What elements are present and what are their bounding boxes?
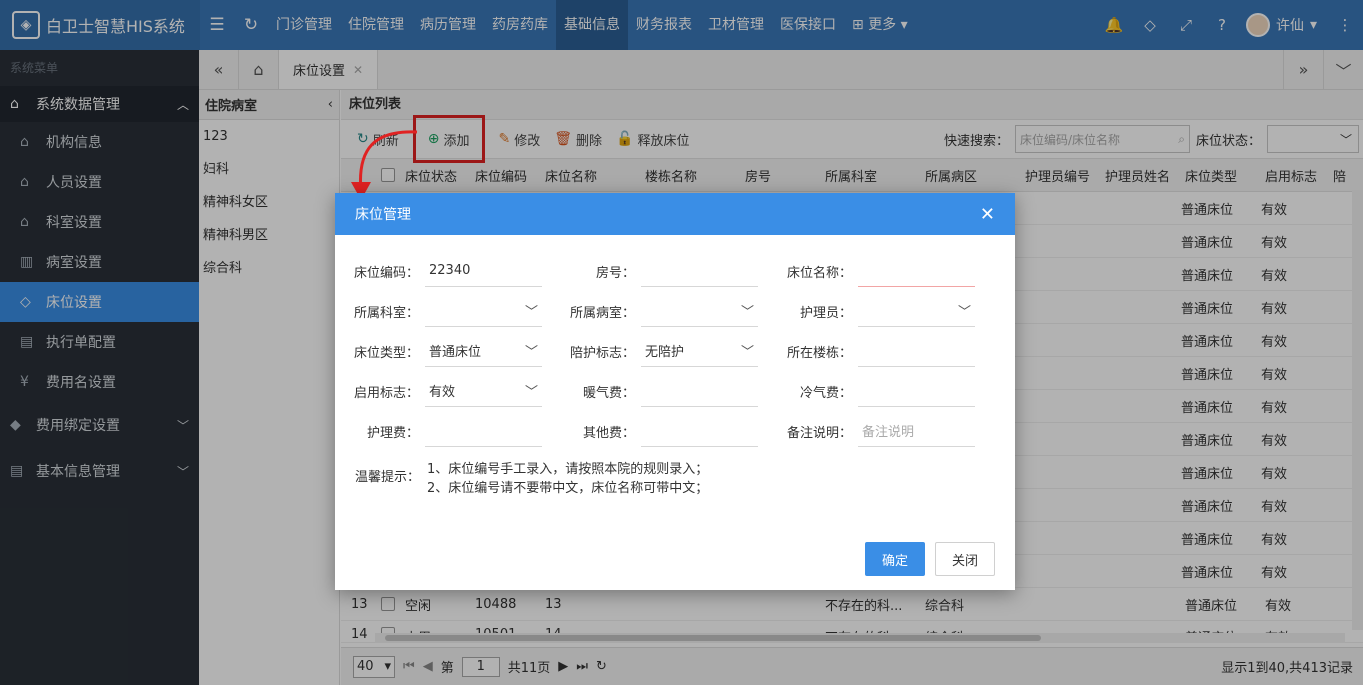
nurse-select[interactable]: ﹀: [858, 295, 975, 327]
nurse-label: 护理员：: [799, 305, 852, 321]
nursing-fee-label: 护理费：: [366, 425, 419, 441]
dialog-title: 床位管理: [355, 207, 411, 223]
building-input[interactable]: [858, 335, 975, 367]
enabled-label: 启用标志：: [353, 385, 419, 401]
bed-type-label: 床位类型：: [353, 345, 419, 361]
confirm-button[interactable]: 确定: [865, 542, 925, 576]
other-fee-label: 其他费：: [582, 425, 635, 441]
enabled-select[interactable]: 有效 ﹀: [425, 375, 542, 407]
tip-line: 2、床位编号请不要带中文，床位名称可带中文；: [427, 481, 709, 496]
chevron-down-icon: ﹀: [740, 345, 754, 360]
chevron-down-icon: ﹀: [957, 305, 971, 320]
chevron-down-icon: ﹀: [740, 305, 754, 320]
bed-name-input[interactable]: [858, 255, 975, 287]
remark-label: 备注说明：: [786, 425, 852, 441]
close-button[interactable]: 关闭: [935, 542, 995, 576]
close-icon[interactable]: ✕: [980, 204, 995, 225]
chevron-down-icon: ﹀: [524, 345, 538, 360]
bed-code-input[interactable]: 22340: [425, 255, 542, 287]
bed-management-dialog: 床位管理 ✕ 床位编码： 22340 房号： 床位名称： 所属科室： ﹀ 所属病…: [335, 193, 1015, 590]
other-fee-input[interactable]: [641, 415, 758, 447]
nursing-fee-input[interactable]: [425, 415, 542, 447]
dialog-header: 床位管理 ✕: [335, 193, 1015, 235]
tip-line: 1、床位编号手工录入，请按照本院的规则录入；: [427, 462, 709, 477]
bed-type-select[interactable]: 普通床位 ﹀: [425, 335, 542, 367]
tip-label: 温馨提示：: [355, 470, 421, 485]
dept-label: 所属科室：: [353, 305, 419, 321]
room-no-input[interactable]: [641, 255, 758, 287]
building-label: 所在楼栋：: [786, 345, 852, 361]
dept-select[interactable]: ﹀: [425, 295, 542, 327]
bed-name-label: 床位名称：: [786, 265, 852, 281]
escort-label: 陪护标志：: [569, 345, 635, 361]
remark-input[interactable]: 备注说明: [858, 415, 975, 447]
ward-select[interactable]: ﹀: [641, 295, 758, 327]
ward-label: 所属病室：: [569, 305, 635, 321]
heating-input[interactable]: [641, 375, 758, 407]
heating-label: 暖气费：: [582, 385, 635, 401]
bed-code-label: 床位编码：: [353, 265, 419, 281]
tips: 温馨提示： 1、床位编号手工录入，请按照本院的规则录入； 2、床位编号请不要带中…: [355, 458, 708, 498]
cooling-label: 冷气费：: [799, 385, 852, 401]
chevron-down-icon: ﹀: [524, 305, 538, 320]
escort-select[interactable]: 无陪护 ﹀: [641, 335, 758, 367]
cooling-input[interactable]: [858, 375, 975, 407]
chevron-down-icon: ﹀: [524, 385, 538, 400]
room-no-label: 房号：: [595, 265, 635, 281]
